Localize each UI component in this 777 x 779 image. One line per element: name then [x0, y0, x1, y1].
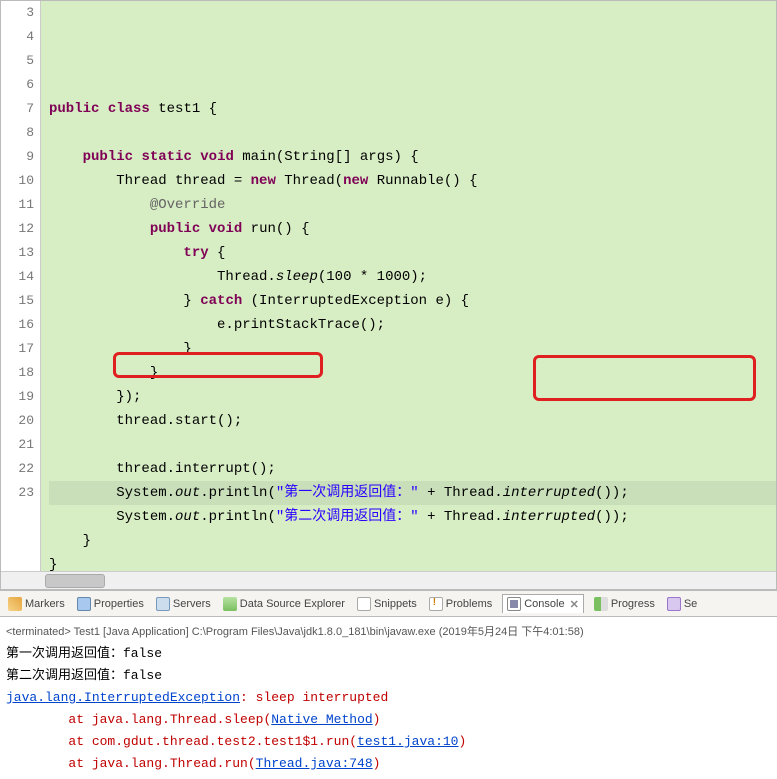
console-process-header: <terminated> Test1 [Java Application] C:… [6, 621, 771, 643]
code-line[interactable]: Thread thread = new Thread(new Runnable(… [49, 169, 776, 193]
tab-markers[interactable]: Markers [6, 595, 67, 613]
tab-label: Problems [446, 598, 492, 610]
code-line[interactable]: public static void main(String[] args) { [49, 145, 776, 169]
exception-type[interactable]: java.lang.InterruptedException [6, 690, 240, 705]
line-number[interactable]: 3 [1, 1, 34, 25]
code-line[interactable]: } [49, 529, 776, 553]
tab-servers[interactable]: Servers [154, 595, 213, 613]
tab-search[interactable]: Se [665, 595, 699, 613]
scrollbar-thumb[interactable] [45, 574, 105, 588]
tab-console[interactable]: Console ✕ [502, 594, 584, 613]
close-icon[interactable]: ✕ [570, 598, 579, 611]
code-line[interactable] [49, 121, 776, 145]
stack-frame-suffix: ) [458, 734, 466, 749]
tab-data-source-explorer[interactable]: Data Source Explorer [221, 595, 347, 613]
code-line[interactable]: } catch (InterruptedException e) { [49, 289, 776, 313]
tab-label: Progress [611, 598, 655, 610]
line-number[interactable]: 20 [1, 409, 34, 433]
line-number[interactable]: 23 [1, 481, 34, 505]
stack-frame-prefix: at com.gdut.thread.test2.test1$1.run( [6, 734, 357, 749]
console-output[interactable]: 第一次调用返回值：false 第二次调用返回值：false java.lang.… [6, 643, 771, 775]
stack-frame-link[interactable]: Thread.java:748 [256, 756, 373, 771]
line-number[interactable]: 6 [1, 73, 34, 97]
line-number[interactable]: 22 [1, 457, 34, 481]
properties-icon [77, 597, 91, 611]
console-view: <terminated> Test1 [Java Application] C:… [0, 617, 777, 779]
code-line[interactable]: System.out.println("第二次调用返回值：" + Thread.… [49, 505, 776, 529]
line-number[interactable]: 16 [1, 313, 34, 337]
horizontal-scrollbar[interactable] [1, 571, 776, 589]
line-number[interactable]: 13 [1, 241, 34, 265]
tab-label: Snippets [374, 598, 417, 610]
code-line[interactable]: public void run() { [49, 217, 776, 241]
code-line[interactable]: thread.start(); [49, 409, 776, 433]
line-number-gutter[interactable]: 34567891011121314151617181920212223 [1, 1, 41, 571]
line-number[interactable]: 4 [1, 25, 34, 49]
stack-frame-suffix: ) [373, 712, 381, 727]
markers-icon [8, 597, 22, 611]
code-line[interactable]: System.out.println("第一次调用返回值：" + Thread.… [49, 481, 776, 505]
line-number[interactable]: 17 [1, 337, 34, 361]
line-number[interactable]: 7 [1, 97, 34, 121]
tab-progress[interactable]: Progress [592, 595, 657, 613]
problems-icon [429, 597, 443, 611]
code-editor-pane: 34567891011121314151617181920212223 publ… [0, 0, 777, 590]
console-line: 第二次调用返回值：false [6, 668, 162, 683]
database-icon [223, 597, 237, 611]
line-number[interactable]: 12 [1, 217, 34, 241]
line-number[interactable]: 8 [1, 121, 34, 145]
bottom-views-tabbar: Markers Properties Servers Data Source E… [0, 590, 777, 617]
stack-frame-prefix: at java.lang.Thread.sleep( [6, 712, 271, 727]
code-line[interactable]: public class test1 { [49, 97, 776, 121]
code-line[interactable]: thread.interrupt(); [49, 457, 776, 481]
tab-label: Markers [25, 598, 65, 610]
stack-frame-suffix: ) [373, 756, 381, 771]
tab-label: Servers [173, 598, 211, 610]
code-line[interactable]: } [49, 337, 776, 361]
servers-icon [156, 597, 170, 611]
code-line[interactable]: }); [49, 385, 776, 409]
tab-label: Data Source Explorer [240, 598, 345, 610]
line-number[interactable]: 15 [1, 289, 34, 313]
line-number[interactable]: 14 [1, 265, 34, 289]
snippets-icon [357, 597, 371, 611]
line-number[interactable]: 11 [1, 193, 34, 217]
code-area: 34567891011121314151617181920212223 publ… [1, 1, 776, 571]
stack-frame-prefix: at java.lang.Thread.run( [6, 756, 256, 771]
stack-frame-link[interactable]: test1.java:10 [357, 734, 458, 749]
line-number[interactable]: 5 [1, 49, 34, 73]
tab-label: Console [524, 598, 564, 610]
line-number[interactable]: 10 [1, 169, 34, 193]
stack-frame-link[interactable]: Native Method [271, 712, 372, 727]
console-icon [507, 597, 521, 611]
tab-problems[interactable]: Problems [427, 595, 494, 613]
code-line[interactable]: e.printStackTrace(); [49, 313, 776, 337]
console-line: 第一次调用返回值：false [6, 646, 162, 661]
progress-icon [594, 597, 608, 611]
code-line[interactable]: } [49, 553, 776, 571]
search-icon [667, 597, 681, 611]
exception-message: : sleep interrupted [240, 690, 388, 705]
tab-properties[interactable]: Properties [75, 595, 146, 613]
code-line[interactable] [49, 433, 776, 457]
line-number[interactable]: 21 [1, 433, 34, 457]
code-content[interactable]: public class test1 { public static void … [41, 1, 776, 571]
line-number[interactable]: 18 [1, 361, 34, 385]
code-line[interactable]: } [49, 361, 776, 385]
tab-label: Se [684, 598, 697, 610]
code-line[interactable]: @Override [49, 193, 776, 217]
line-number[interactable]: 19 [1, 385, 34, 409]
line-number[interactable]: 9 [1, 145, 34, 169]
tab-label: Properties [94, 598, 144, 610]
code-line[interactable]: Thread.sleep(100 * 1000); [49, 265, 776, 289]
tab-snippets[interactable]: Snippets [355, 595, 419, 613]
code-line[interactable]: try { [49, 241, 776, 265]
